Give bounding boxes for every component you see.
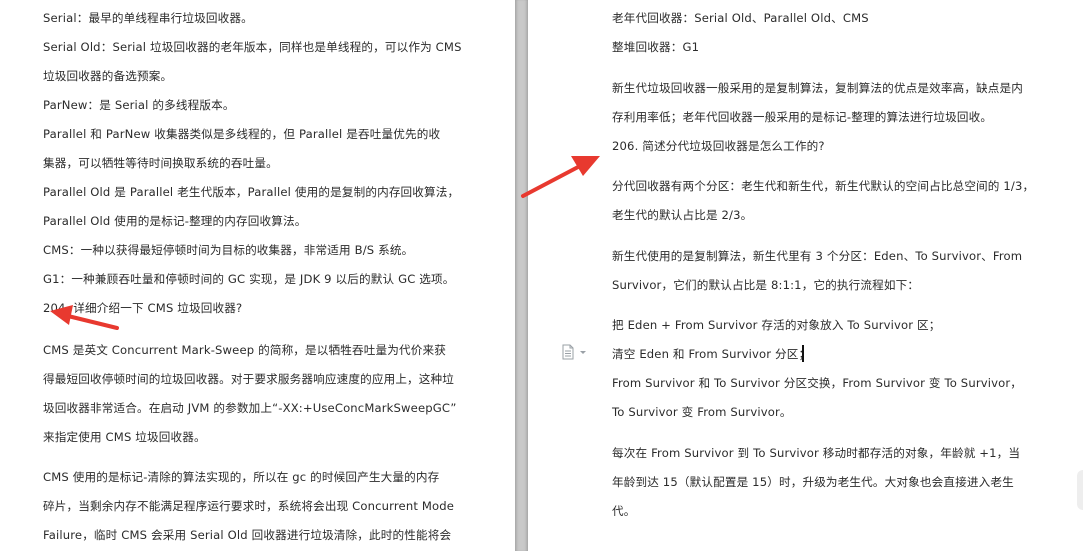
text-cursor (802, 345, 804, 362)
text-line: CMS 是英文 Concurrent Mark-Sweep 的简称，是以牺牲吞吐… (43, 343, 446, 357)
text-line: 老生代的默认占比是 2/3。 (612, 208, 753, 222)
text-line: 把 Eden + From Survivor 存活的对象放入 To Surviv… (612, 318, 941, 332)
text-line: 老年代回收器：Serial Old、Parallel Old、CMS (612, 11, 869, 25)
text-line: ParNew：是 Serial 的多线程版本。 (43, 98, 235, 112)
text-line: 分代回收器有两个分区：老生代和新生代，新生代默认的空间占比总空间的 1/3， (612, 179, 1035, 193)
page-gutter (515, 0, 528, 551)
text-line: 来指定使用 CMS 垃圾回收器。 (43, 430, 206, 444)
text-line: CMS 使用的是标记-清除的算法实现的，所以在 gc 的时候回产生大量的内存 (43, 470, 440, 484)
text-line: CMS：一种以获得最短停顿时间为目标的收集器，非常适用 B/S 系统。 (43, 243, 414, 257)
question-204-heading: 204. 详细介绍一下 CMS 垃圾回收器? (43, 301, 243, 315)
text-line: 集器，可以牺牲等待时间换取系统的吞吐量。 (43, 156, 278, 170)
text-line: 新生代垃圾回收器一般采用的是复制算法，复制算法的优点是效率高，缺点是内 (612, 81, 1024, 95)
text-line: Parallel 和 ParNew 收集器类似是多线程的，但 Parallel … (43, 127, 441, 141)
text-line: 年龄到达 15（默认配置是 15）时，升级为老生代。大对象也会直接进入老生 (612, 475, 1014, 489)
text-line: From Survivor 和 To Survivor 分区交换，From Su… (612, 376, 1023, 390)
text-line: 存利用率低；老年代回收器一般采用的是标记-整理的算法进行垃圾回收。 (612, 110, 993, 124)
text-line: 新生代使用的是复制算法，新生代里有 3 个分区：Eden、To Survivor… (612, 249, 1023, 263)
text-line: Parallel Old 是 Parallel 老生代版本，Parallel 使… (43, 185, 460, 199)
question-206-heading: 206. 简述分代垃圾回收器是怎么工作的? (612, 139, 825, 153)
text-line: Serial Old：Serial 垃圾回收器的老年版本，同样也是单线程的，可以… (43, 40, 462, 54)
scroll-edge-handle[interactable] (1077, 470, 1083, 510)
left-page: Serial：最早的单线程串行垃圾回收器。 Serial Old：Serial … (0, 0, 515, 551)
text-line: Failure，临时 CMS 会采用 Serial Old 回收器进行垃圾清除，… (43, 528, 452, 542)
text-line: 清空 Eden 和 From Survivor 分区； (612, 347, 811, 361)
text-line: To Survivor 变 From Survivor。 (612, 405, 792, 419)
document-icon (562, 344, 574, 360)
text-line: 每次在 From Survivor 到 To Survivor 移动时都存活的对… (612, 446, 1021, 460)
text-line: 整堆回收器：G1 (612, 40, 700, 54)
text-line: 得最短回收停顿时间的垃圾回收器。对于要求服务器响应速度的应用上，这种垃 (43, 372, 455, 386)
text-line: Survivor，它们的默认占比是 8:1:1，它的执行流程如下： (612, 278, 920, 292)
paragraph-options[interactable] (560, 344, 592, 360)
text-line: 碎片，当剩余内存不能满足程序运行要求时，系统将会出现 Concurrent Mo… (43, 499, 455, 513)
text-line: 圾回收器非常适合。在启动 JVM 的参数加上“-XX:+UseConcMarkS… (43, 401, 457, 415)
text-line: G1：一种兼顾吞吐量和停顿时间的 GC 实现，是 JDK 9 以后的默认 GC … (43, 272, 455, 286)
text-line: 垃圾回收器的备选预案。 (43, 69, 173, 83)
text-line: Serial：最早的单线程串行垃圾回收器。 (43, 11, 253, 25)
right-page[interactable]: 老年代回收器：Serial Old、Parallel Old、CMS 整堆回收器… (528, 0, 1083, 551)
text-line: Parallel Old 使用的是标记-整理的内存回收算法。 (43, 214, 307, 228)
dropdown-arrow-icon (580, 351, 586, 354)
text-line: 代。 (612, 504, 636, 518)
